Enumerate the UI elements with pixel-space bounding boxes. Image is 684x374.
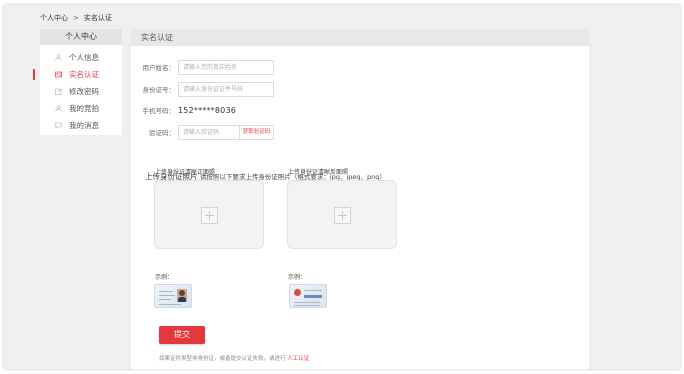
sidebar-item-verification[interactable]: 实名认证 [33,66,122,83]
user-icon [55,54,62,61]
manual-verification-link[interactable]: 人工认证 [287,356,309,362]
sidebar-item-messages[interactable]: 我的消息 [40,117,122,134]
sidebar-item-profile[interactable]: 个人信息 [40,49,122,66]
name-label: 用户姓名： [142,64,176,72]
id-row: 身份证号： [131,81,274,97]
front-upload-box[interactable] [154,180,264,249]
code-row: 验证码： 获取验证码 [131,124,274,140]
breadcrumb-current: 实名认证 [83,14,112,22]
auction-icon [55,105,62,112]
plus-icon [201,207,218,224]
sidebar-item-label: 修改密码 [69,87,99,96]
breadcrumb-separator: > [73,14,79,22]
page-title: 实名认证 [131,29,589,46]
id-number-label: 身份证号： [142,86,176,94]
main-panel: 实名认证 用户姓名： 身份证号： 手机号码： 152*****8036 验证码：… [131,29,589,369]
page-frame: 个人中心 > 实名认证 个人中心 个人信息 实名认证 修改密码 我的竞拍 我的消… [4,5,680,369]
code-label: 验证码： [149,129,175,137]
sidebar-item-auctions[interactable]: 我的竞拍 [40,100,122,117]
sidebar-item-label: 实名认证 [69,70,99,79]
sidebar-item-label: 我的消息 [69,121,99,130]
name-input[interactable] [178,59,274,75]
front-sample-label: 示例： [155,274,174,281]
sidebar-item-label: 我的竞拍 [69,104,99,113]
plus-icon [334,207,351,224]
get-code-button[interactable]: 获取验证码 [240,124,274,140]
back-upload-label: 上传身份证清晰反面照 [288,169,349,176]
back-sample-label: 示例： [288,274,307,281]
sidebar-item-password[interactable]: 修改密码 [40,83,122,100]
message-icon [55,122,62,130]
id-number-input[interactable] [178,81,274,97]
phone-label: 手机号码： [142,107,176,115]
breadcrumb: 个人中心 > 实名认证 [40,13,112,23]
sidebar: 个人中心 个人信息 实名认证 修改密码 我的竞拍 我的消息 [33,29,122,135]
id-back-sample-image [289,284,327,308]
submit-button[interactable]: 提交 [159,326,205,344]
code-input[interactable] [178,124,240,140]
footer-note: 如果证件类型非身份证，或者提交认证失败，请进行 人工认证 [159,354,309,362]
phone-row: 手机号码： 152*****8036 [131,102,236,118]
name-row: 用户姓名： [131,59,274,75]
back-upload-box[interactable] [287,180,397,249]
edit-icon [55,88,62,95]
breadcrumb-home[interactable]: 个人中心 [40,14,68,22]
front-upload-label: 上传身份证清晰正面照 [155,169,216,176]
footer-text: 如果证件类型非身份证，或者提交认证失败，请进行 [159,356,286,362]
id-card-icon [55,71,62,78]
id-front-sample-image [154,284,192,308]
phone-value: 152*****8036 [178,105,237,115]
sidebar-title: 个人中心 [40,29,122,45]
sidebar-item-label: 个人信息 [69,53,99,62]
